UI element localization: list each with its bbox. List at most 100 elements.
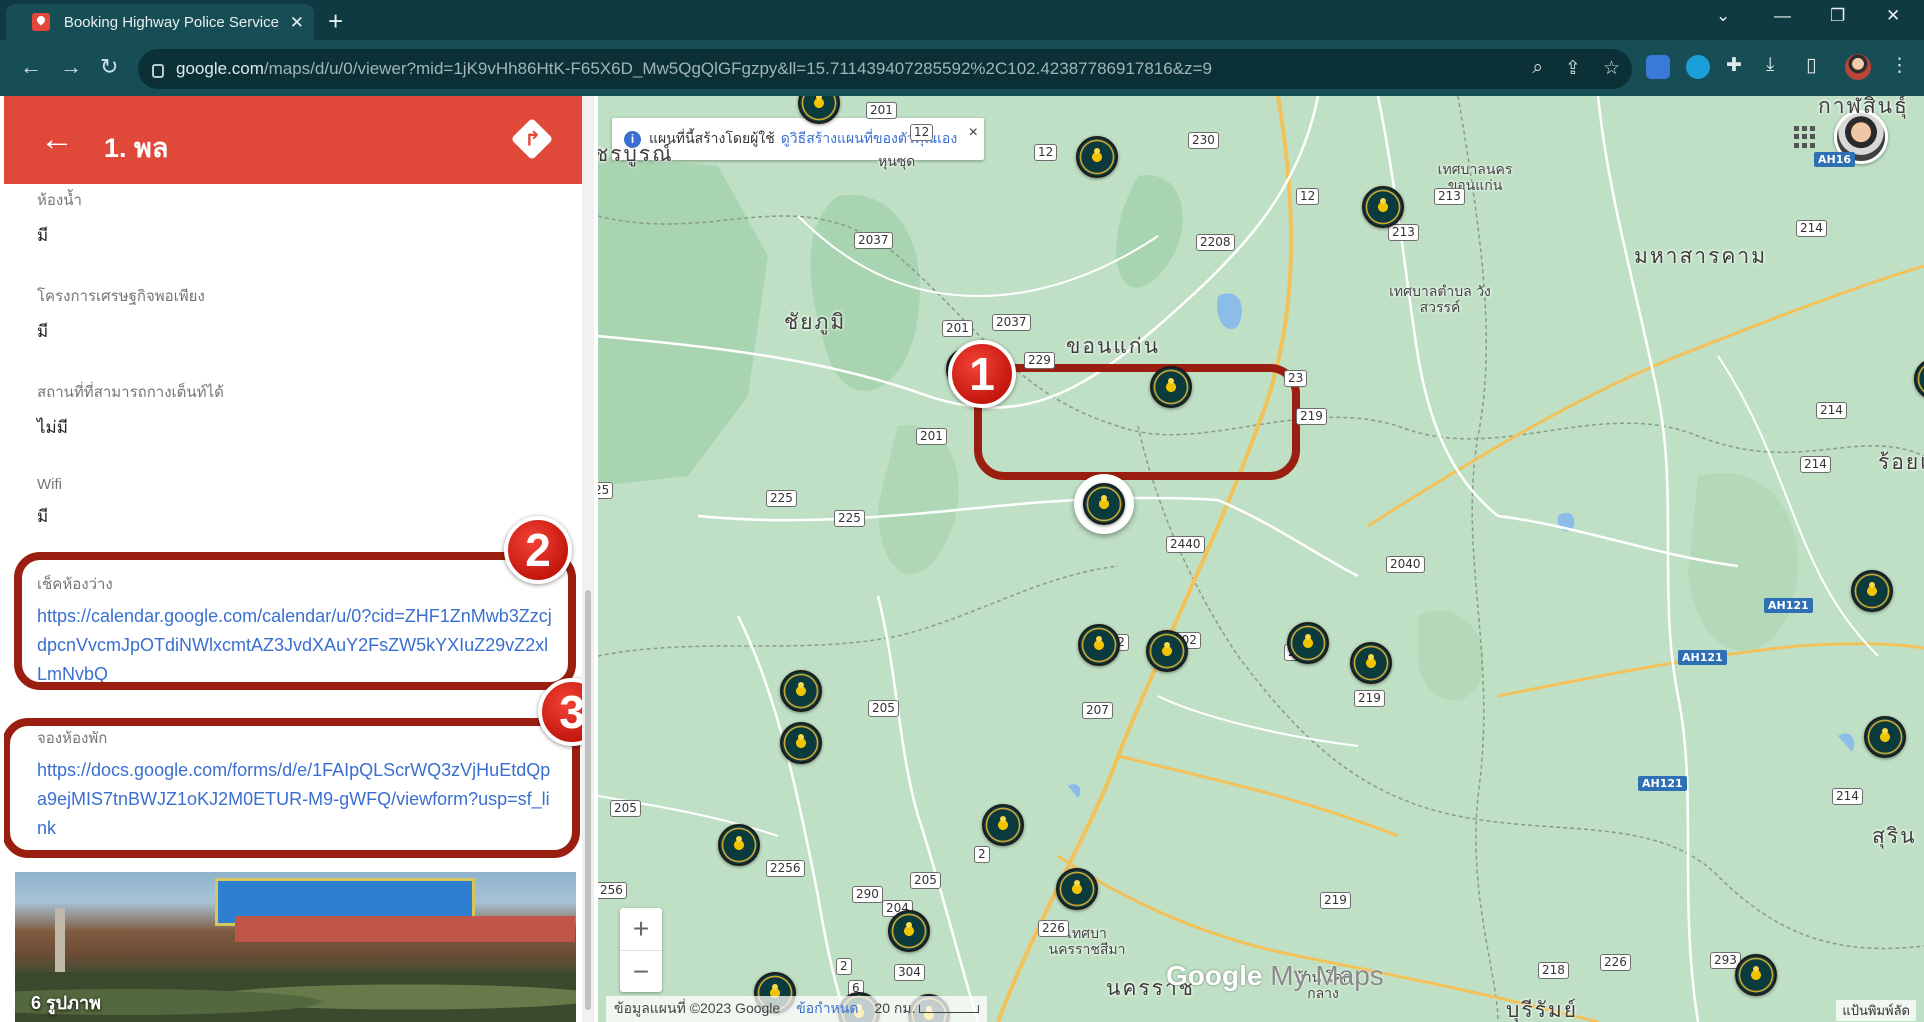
road-shield: 219 [1320,892,1351,909]
road-shield: 230 [1188,132,1219,149]
road-shield: 201 [866,102,897,119]
zoom-icon[interactable]: ⌕ [1532,57,1543,80]
address-bar[interactable]: google.com/maps/d/u/0/viewer?mid=1jK9vHh… [138,49,1632,89]
minimize-icon[interactable]: — [1774,6,1791,26]
police-station-marker[interactable] [1851,570,1893,612]
browser-tab-active[interactable]: Booking Highway Police Service ✕ [6,4,314,40]
road-shield: 2037 [854,232,893,249]
browser-toolbar: ← → ↻ google.com/maps/d/u/0/viewer?mid=1… [0,40,1924,96]
road-shield: 205 [868,700,899,717]
keyboard-shortcuts-link[interactable]: แป้นพิมพ์ลัด [1836,1000,1916,1021]
translate-extension-icon[interactable] [1646,55,1670,79]
google-apps-icon[interactable] [1794,126,1816,148]
tab-search-icon[interactable]: ⌄ [1716,6,1730,26]
close-window-icon[interactable]: ✕ [1886,6,1900,26]
photo-count: 6 รูปภาพ [31,993,101,1013]
puzzle-icon[interactable]: ✚ [1726,54,1742,77]
police-station-marker[interactable] [982,804,1024,846]
step-badge-1: 1 [948,340,1016,408]
road-shield: 23 [1284,370,1308,387]
road-shield: 205 [610,800,641,817]
chat-extension-icon[interactable] [1686,55,1710,79]
police-station-marker[interactable] [1076,136,1118,178]
place-photo[interactable]: 6 รูปภาพ [15,872,576,1022]
menu-kebab-icon[interactable]: ⋮ [1890,54,1909,77]
province-label: มหาสารคาม [1634,244,1768,268]
road-shield: 201 [916,428,947,445]
police-station-marker[interactable] [1350,642,1392,684]
police-station-marker[interactable] [780,670,822,712]
road-shield: 2208 [1196,234,1235,251]
road-shield: 213 [1388,224,1419,241]
province-label: ชรบูรณ์ [598,142,674,166]
asian-highway-shield: AH16 [1814,152,1856,167]
road-shield: 290 [852,886,883,903]
road-shield: 25 [598,482,614,499]
panel-scrollbar-thumb[interactable] [585,590,591,1010]
place-detail-panel: ← 1. พล ห้องน้ำ มี โครงการเศรษฐกิจพอเพีย… [4,96,594,1022]
selected-police-station-marker[interactable] [1083,483,1125,525]
province-label: ชัยภูมิ [784,310,847,334]
maps-pin-icon [32,13,50,31]
police-station-marker[interactable] [1864,716,1906,758]
terms-link[interactable]: ข้อกำหนด [796,998,858,1020]
directions-icon[interactable] [510,117,554,161]
profile-avatar[interactable] [1845,54,1871,80]
new-tab-icon[interactable]: + [328,6,343,36]
road-shield: 214 [1816,402,1847,419]
map-attribution-bar: ข้อมูลแผนที่ ©2023 Google ข้อกำหนด 20 กม… [598,996,1924,1022]
road-shield: 219 [1296,408,1327,425]
restore-icon[interactable]: ❐ [1830,6,1845,26]
step-badge-2: 2 [504,516,572,584]
road-shield: 226 [1038,920,1069,937]
town-label: หุนซุด [878,154,916,170]
road-shield: 214 [1796,220,1827,237]
field-sufficiency-economy: โครงการเศรษฐกิจพอเพียง มี [37,288,205,341]
back-arrow-icon[interactable]: ← [40,122,74,156]
province-label: ขอนแก่น [1066,334,1160,358]
police-station-marker[interactable] [1150,366,1192,408]
police-station-marker[interactable] [718,824,760,866]
zoom-out-button[interactable]: − [620,950,662,992]
tab-close-icon[interactable]: ✕ [290,14,304,31]
police-station-marker[interactable] [1078,624,1120,666]
police-station-marker[interactable] [780,722,822,764]
province-label: กาฬสินธุ์ [1818,96,1909,118]
road-shield: 214 [1832,788,1863,805]
road-shield: 12 [1296,188,1320,205]
scale-indicator[interactable]: 20 กม. [874,998,980,1020]
road-shield: 256 [598,882,627,899]
panel-title: 1. พล [104,133,169,163]
police-station-marker[interactable] [1287,622,1329,664]
download-icon[interactable]: ⤓ [1766,54,1774,76]
police-station-marker[interactable] [888,910,930,952]
road-shield: 218 [1538,962,1569,979]
road-shield: 205 [910,872,941,889]
zoom-control: + − [620,908,662,992]
police-station-marker[interactable] [1362,186,1404,228]
police-station-marker[interactable] [1056,868,1098,910]
road-shield: 2037 [992,314,1031,331]
star-icon[interactable]: ☆ [1603,57,1620,80]
police-station-marker[interactable] [1735,954,1777,996]
highlight-box-book-room [4,718,580,858]
close-info-icon[interactable]: × [969,124,978,142]
road-shield: 2256 [766,860,805,877]
zoom-in-button[interactable]: + [620,908,662,950]
browser-tabbar: Booking Highway Police Service ✕ + ⌄ — ❐… [0,0,1924,40]
back-arrow-icon[interactable]: ← [20,54,42,80]
url-text: google.com/maps/d/u/0/viewer?mid=1jK9vHh… [176,59,1212,78]
sidepanel-icon[interactable]: ▯ [1806,54,1816,77]
share-icon[interactable]: ⇪ [1565,57,1581,80]
map-canvas[interactable]: i แผนที่นี้สร้างโดยผู้ใช้ ดูวิธีสร้างแผน… [598,96,1924,1022]
forward-arrow-icon[interactable]: → [60,54,82,80]
panel-header: ← 1. พล [4,96,582,184]
road-shield: 219 [1354,690,1385,707]
road-shield: 2040 [1386,556,1425,573]
town-label: เทศบาลตำบล วังสวรรค์ [1389,284,1491,316]
police-station-marker[interactable] [1146,630,1188,672]
google-my-maps-logo: Google My Maps [1166,960,1384,991]
map-terrain [598,96,1924,1022]
road-shield: 2 [974,846,990,863]
reload-icon[interactable]: ↻ [100,54,118,80]
